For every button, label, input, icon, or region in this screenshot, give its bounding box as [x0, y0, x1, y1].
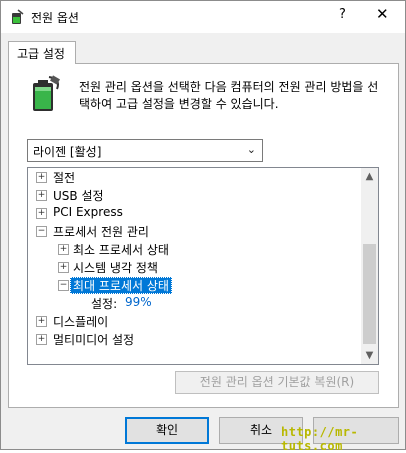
expand-icon[interactable]: +	[58, 262, 69, 273]
battery-plug-icon	[33, 75, 60, 111]
expand-icon[interactable]: +	[36, 208, 47, 219]
tree-item-label: 디스플레이	[53, 315, 109, 329]
setting-label: 설정:	[91, 297, 118, 311]
tab-label: 고급 설정	[17, 47, 65, 61]
power-options-window: 전원 옵션 ? ✕ 고급 설정 전원 관리 옵션을 선택한 다음 컴퓨터의 전원…	[0, 0, 406, 453]
ok-button[interactable]: 확인	[125, 417, 209, 444]
expand-icon[interactable]: +	[36, 334, 47, 345]
collapse-icon[interactable]: −	[36, 226, 47, 237]
collapse-icon[interactable]: −	[58, 280, 69, 291]
help-button[interactable]: ?	[339, 7, 346, 22]
expand-icon[interactable]: +	[36, 172, 47, 183]
restore-defaults-button[interactable]: 전원 관리 옵션 기본값 복원(R)	[175, 371, 379, 394]
chevron-down-icon: ⌄	[246, 143, 256, 156]
power-plan-selected: 라이젠 [활성]	[33, 145, 102, 159]
power-options-icon	[12, 9, 24, 24]
window-title: 전원 옵션	[31, 11, 79, 25]
scrollbar-thumb[interactable]	[363, 244, 376, 344]
power-plan-dropdown[interactable]: 라이젠 [활성] ⌄	[27, 139, 263, 162]
tree-item-label: 최대 프로세서 상태	[70, 277, 172, 294]
tree-item-label: 멀티미디어 설정	[53, 333, 135, 347]
watermark-text: http://mr-tuts.com	[281, 425, 359, 453]
description-text: 전원 관리 옵션을 선택한 다음 컴퓨터의 전원 관리 방법을 선택하여 고급 …	[79, 80, 379, 111]
expand-icon[interactable]: +	[36, 190, 47, 201]
expand-icon[interactable]: +	[58, 244, 69, 255]
tab-advanced-settings[interactable]: 고급 설정	[8, 41, 76, 64]
settings-tree[interactable]: + 절전 + USB 설정 + PCI Express − 프로세서 전원 관리…	[27, 167, 379, 365]
tree-item-label: 프로세서 전원 관리	[53, 225, 149, 239]
tree-item-label: USB 설정	[53, 189, 104, 203]
scroll-up-icon[interactable]: ▲	[361, 168, 378, 185]
close-button[interactable]: ✕	[376, 5, 389, 23]
scroll-down-icon[interactable]: ▼	[361, 347, 378, 364]
tree-item-label: 최소 프로세서 상태	[73, 243, 169, 257]
tree-item-label: 절전	[53, 171, 76, 185]
setting-value-link[interactable]: 99%	[122, 295, 155, 309]
tree-scrollbar[interactable]: ▲ ▼	[361, 168, 378, 364]
title-bar[interactable]: 전원 옵션 ? ✕	[1, 1, 405, 33]
tree-item-label: 시스템 냉각 정책	[73, 261, 158, 275]
expand-icon[interactable]: +	[36, 316, 47, 327]
tree-item-label: PCI Express	[53, 205, 123, 219]
